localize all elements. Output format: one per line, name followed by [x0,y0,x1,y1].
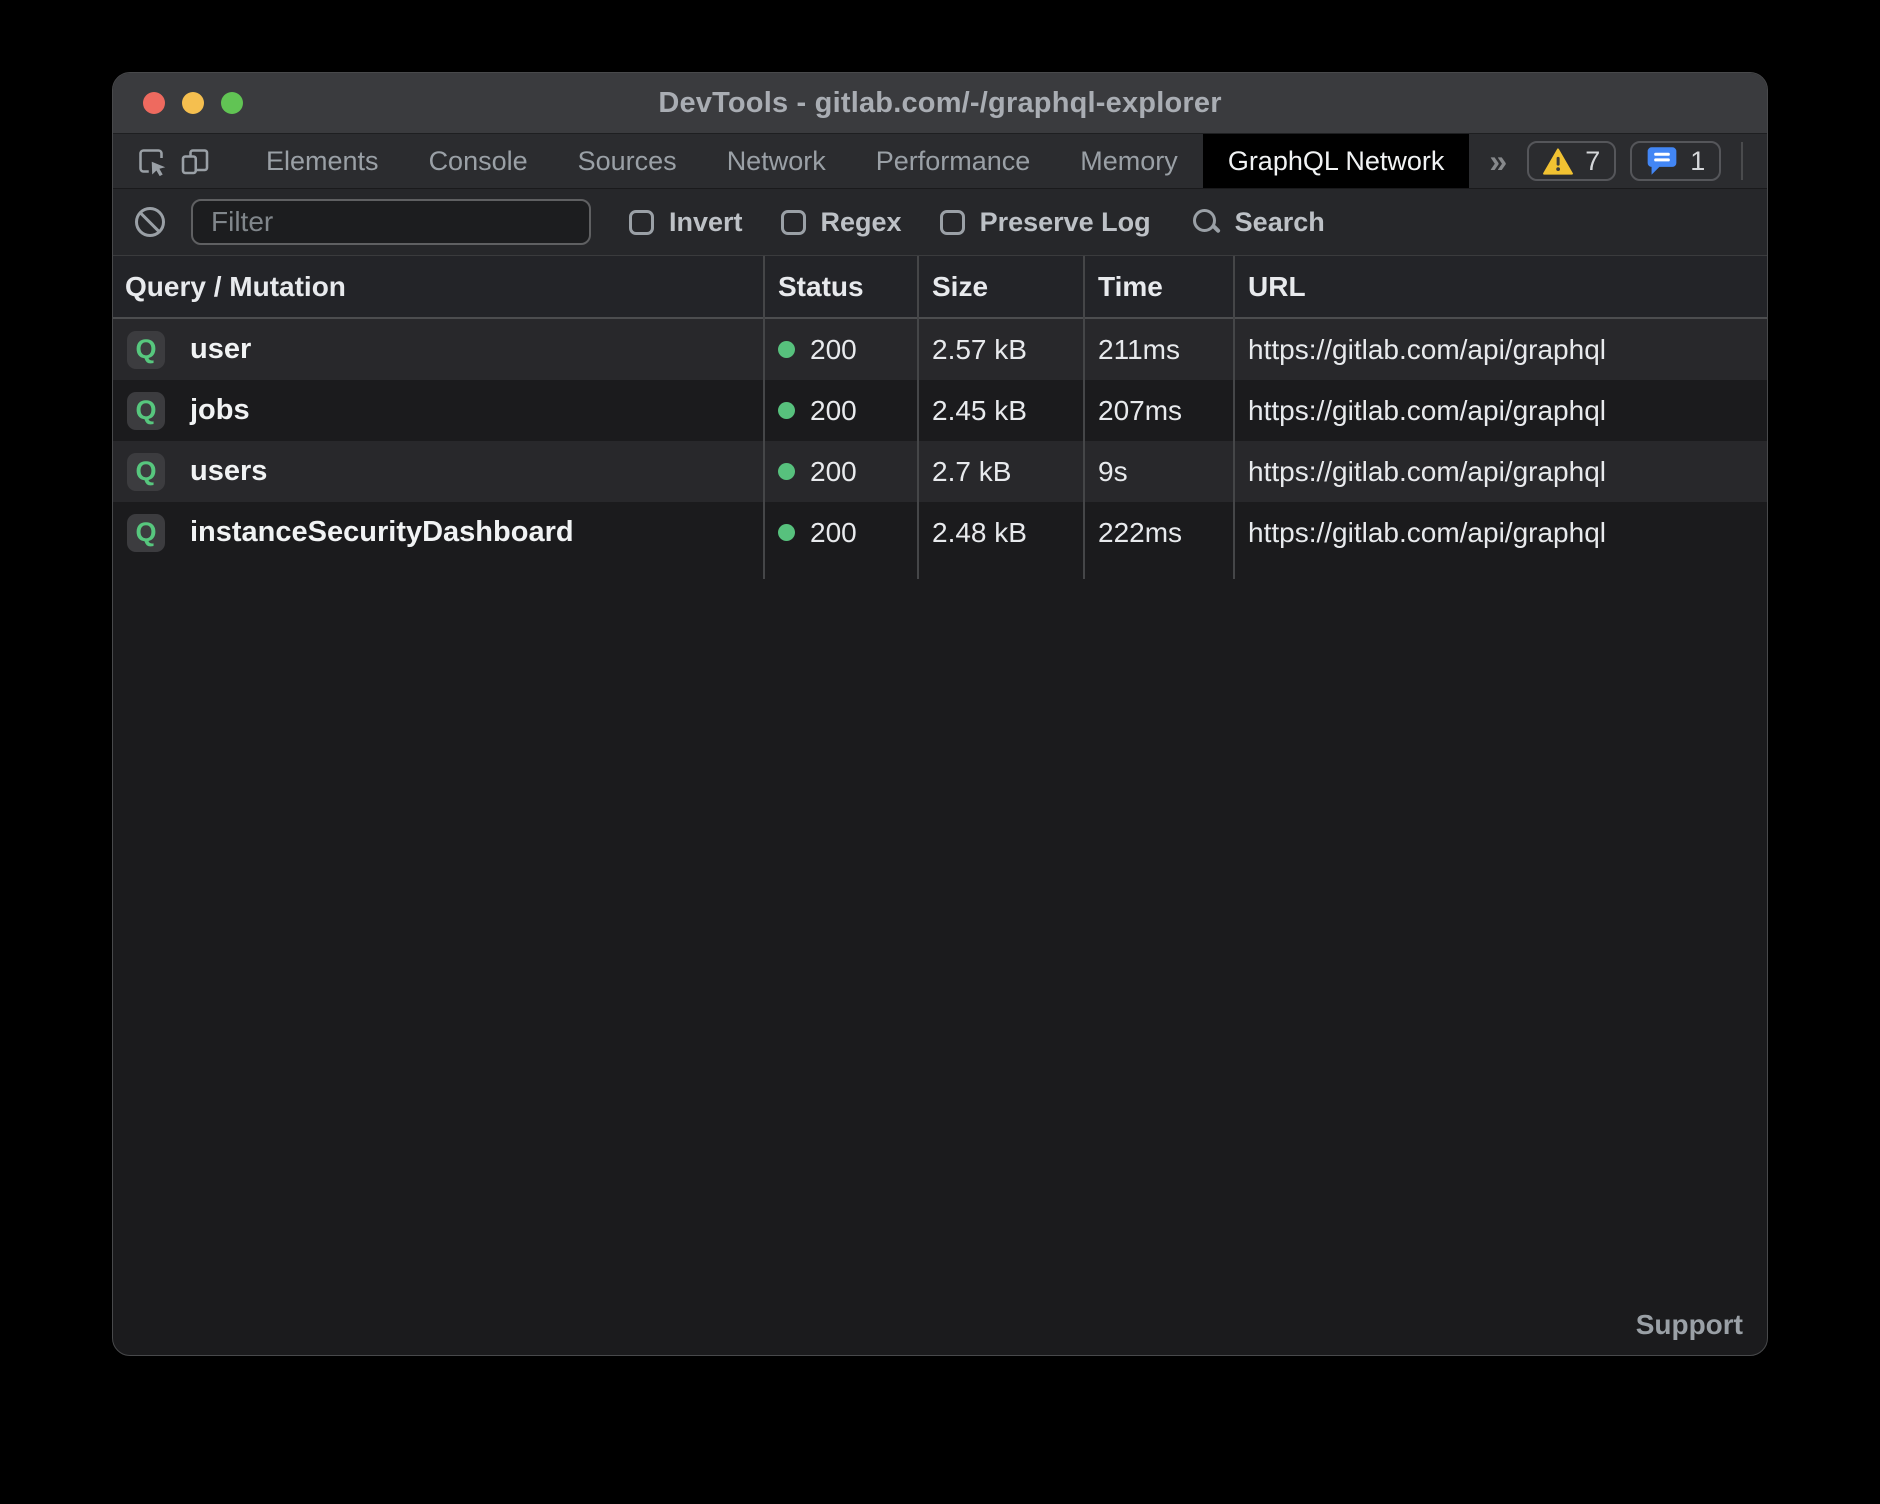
tab-graphql-network[interactable]: GraphQL Network [1203,134,1470,188]
query-badge: Q [127,453,165,491]
maximize-window-button[interactable] [221,92,243,114]
column-header-query-mutation[interactable]: Query / Mutation [113,271,764,303]
status-value: 200 [810,456,857,488]
regex-checkbox-group[interactable]: Regex [781,207,902,238]
devtools-tabbar: Elements Console Sources Network Perform… [113,134,1767,189]
minimize-window-button[interactable] [182,92,204,114]
time-value: 9s [1084,456,1234,488]
panel-tabs: Elements Console Sources Network Perform… [241,134,1527,188]
tab-network[interactable]: Network [702,134,851,188]
url-value: https://gitlab.com/api/graphql [1234,395,1767,427]
url-value: https://gitlab.com/api/graphql [1234,334,1767,366]
filter-input[interactable] [191,199,591,245]
clear-filter-icon[interactable] [135,207,165,237]
query-name: jobs [190,394,250,427]
search-toggle[interactable]: Search [1191,207,1325,238]
time-value: 222ms [1084,517,1234,549]
size-value: 2.7 kB [918,456,1084,488]
size-value: 2.57 kB [918,334,1084,366]
time-value: 211ms [1084,334,1234,366]
column-header-time[interactable]: Time [1084,271,1234,303]
tabbar-right-controls: 7 1 [1527,134,1768,188]
query-badge: Q [127,392,165,430]
query-badge: Q [127,331,165,369]
status-value: 200 [810,334,857,366]
size-value: 2.45 kB [918,395,1084,427]
tab-console[interactable]: Console [404,134,553,188]
column-header-status[interactable]: Status [764,271,918,303]
table-row[interactable]: Qusers 200 2.7 kB 9s https://gitlab.com/… [113,441,1767,502]
preserve-log-checkbox[interactable] [940,210,965,235]
traffic-lights [143,73,243,133]
more-tabs-button[interactable]: » [1469,134,1527,188]
column-header-url[interactable]: URL [1234,271,1767,303]
close-window-button[interactable] [143,92,165,114]
table-row[interactable]: Qjobs 200 2.45 kB 207ms https://gitlab.c… [113,380,1767,441]
chevron-double-right-icon: » [1489,143,1507,180]
preserve-log-checkbox-group[interactable]: Preserve Log [940,207,1151,238]
status-dot [778,341,795,358]
device-toolbar-icon[interactable] [173,139,217,183]
inspect-element-icon[interactable] [129,139,173,183]
issues-badge[interactable]: 1 [1630,141,1721,181]
regex-checkbox[interactable] [781,210,806,235]
status-dot [778,524,795,541]
window-title: DevTools - gitlab.com/-/graphql-explorer [658,87,1221,120]
gear-icon[interactable] [1763,139,1768,183]
table-header-row: Query / Mutation Status Size Time URL [113,256,1767,319]
tab-performance[interactable]: Performance [851,134,1056,188]
status-dot [778,463,795,480]
devtools-window: DevTools - gitlab.com/-/graphql-explorer [112,72,1768,1356]
status-dot [778,402,795,419]
query-name: users [190,455,267,488]
size-value: 2.48 kB [918,517,1084,549]
status-value: 200 [810,517,857,549]
query-name: user [190,333,251,366]
column-header-size[interactable]: Size [918,271,1084,303]
issues-count: 1 [1690,146,1705,177]
query-name: instanceSecurityDashboard [190,516,574,549]
support-link[interactable]: Support [1636,1309,1743,1341]
tab-elements[interactable]: Elements [241,134,404,188]
warnings-count: 7 [1585,146,1600,177]
warnings-badge[interactable]: 7 [1527,141,1616,181]
status-value: 200 [810,395,857,427]
titlebar: DevTools - gitlab.com/-/graphql-explorer [113,73,1767,134]
table-row[interactable]: QinstanceSecurityDashboard 200 2.48 kB 2… [113,502,1767,563]
toolbar-icons [113,134,217,188]
filter-toolbar: Invert Regex Preserve Log Search [113,189,1767,256]
tab-sources[interactable]: Sources [553,134,702,188]
controls-separator [1741,142,1743,180]
table-row[interactable]: Quser 200 2.57 kB 211ms https://gitlab.c… [113,319,1767,380]
invert-checkbox[interactable] [629,210,654,235]
time-value: 207ms [1084,395,1234,427]
search-icon [1191,207,1221,237]
requests-table: Query / Mutation Status Size Time URL Qu… [113,256,1767,1355]
tab-memory[interactable]: Memory [1055,134,1203,188]
invert-checkbox-group[interactable]: Invert [629,207,743,238]
url-value: https://gitlab.com/api/graphql [1234,517,1767,549]
warning-icon [1543,148,1573,175]
url-value: https://gitlab.com/api/graphql [1234,456,1767,488]
screen-background: DevTools - gitlab.com/-/graphql-explorer [0,0,1880,1504]
query-badge: Q [127,514,165,552]
message-icon [1646,146,1678,176]
